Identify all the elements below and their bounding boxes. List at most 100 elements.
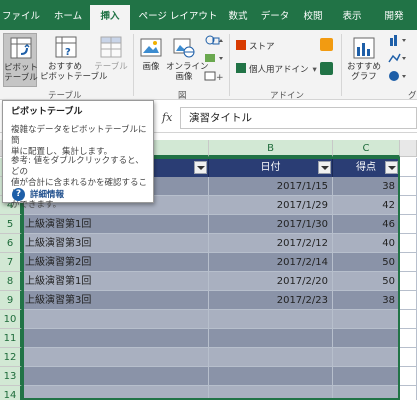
cell-date[interactable]: 2017/2/14 (209, 253, 333, 272)
cell-title[interactable] (22, 367, 209, 386)
cell[interactable] (400, 272, 417, 291)
personal-addin-button[interactable]: 個人用アドイン ▾ (236, 63, 328, 77)
cell-title[interactable]: 上級演習第2回 (22, 253, 209, 272)
tab-file[interactable]: ファイル (0, 6, 42, 30)
group-separator (229, 34, 230, 96)
row-header[interactable]: 12 (0, 348, 22, 367)
tab-developer[interactable]: 開発 (376, 6, 412, 30)
cell-date[interactable]: 2017/2/20 (209, 272, 333, 291)
image-button[interactable]: 画像 (137, 33, 165, 87)
table-header-cell-c: 得点 (333, 158, 400, 177)
cell-score[interactable]: 42 (333, 196, 400, 215)
row-header[interactable]: 9 (0, 291, 22, 310)
cell[interactable] (400, 291, 417, 310)
cell-score[interactable]: 38 (333, 177, 400, 196)
cell-title[interactable]: 上級演習第1回 (22, 272, 209, 291)
cell-score[interactable] (333, 329, 400, 348)
cell[interactable] (400, 386, 417, 400)
tab-data[interactable]: データ (257, 6, 293, 30)
cell-title[interactable] (22, 386, 209, 400)
tab-home[interactable]: ホーム (46, 6, 90, 30)
cell-date[interactable]: 2017/1/30 (209, 215, 333, 234)
recommended-chart-button[interactable]: おすすめ グラフ (344, 33, 384, 87)
column-header-b[interactable]: B (209, 140, 333, 157)
cell-score[interactable]: 38 (333, 291, 400, 310)
tab-formulas[interactable]: 数式 (222, 6, 254, 30)
tooltip-help-link[interactable]: 詳細情報 (30, 190, 64, 201)
pivot-table-icon (10, 37, 32, 59)
filter-dropdown-button[interactable] (318, 161, 331, 174)
tab-insert[interactable]: 挿入 (90, 5, 130, 30)
row-header[interactable]: 13 (0, 367, 22, 386)
filter-dropdown-button[interactable] (385, 161, 398, 174)
filter-dropdown-button[interactable] (194, 161, 207, 174)
table-button[interactable]: テーブル (94, 33, 128, 87)
column-header-d[interactable] (400, 140, 417, 157)
bing-maps-icon[interactable] (320, 38, 333, 51)
tab-page-layout[interactable]: ページ レイアウト (134, 6, 222, 30)
tooltip-title: ピボットテーブル (11, 107, 83, 117)
cell[interactable] (400, 310, 417, 329)
cell-score[interactable]: 40 (333, 234, 400, 253)
cell[interactable] (400, 329, 417, 348)
cell-date[interactable] (209, 348, 333, 367)
shapes-button[interactable] (204, 34, 226, 48)
cell-score[interactable] (333, 386, 400, 400)
people-graph-icon[interactable] (320, 62, 333, 75)
online-image-button[interactable]: オンライン 画像 (166, 33, 209, 87)
cell-score[interactable]: 50 (333, 253, 400, 272)
store-button[interactable]: ストア (236, 40, 306, 54)
pie-chart-button[interactable] (388, 70, 414, 84)
cell-score[interactable] (333, 310, 400, 329)
cell[interactable] (400, 196, 417, 215)
cell[interactable] (400, 234, 417, 253)
cell-date[interactable] (209, 329, 333, 348)
row-header[interactable]: 14 (0, 386, 22, 400)
cell-date[interactable]: 2017/1/15 (209, 177, 333, 196)
column-header-c[interactable]: C (333, 140, 400, 157)
cell-score[interactable] (333, 367, 400, 386)
pivot-table-button[interactable]: ピボット テーブル (3, 33, 38, 87)
cell-title[interactable] (22, 329, 209, 348)
cell-title[interactable]: 上級演習第3回 (22, 234, 209, 253)
screenshot-button[interactable]: + (204, 70, 226, 84)
cell-date[interactable] (209, 386, 333, 400)
cell-date[interactable]: 2017/1/29 (209, 196, 333, 215)
chevron-down-icon[interactable]: ▾ (313, 65, 317, 75)
row-header[interactable]: 8 (0, 272, 22, 291)
insert-function-icon[interactable]: fx (162, 111, 172, 124)
cell[interactable] (400, 158, 417, 177)
cell-date[interactable] (209, 310, 333, 329)
cell[interactable] (400, 367, 417, 386)
cell-title[interactable]: 上級演習第1回 (22, 215, 209, 234)
cell[interactable] (400, 215, 417, 234)
cell[interactable] (400, 348, 417, 367)
cell-title[interactable]: 上級演習第3回 (22, 291, 209, 310)
cell-score[interactable] (333, 348, 400, 367)
group-separator (133, 34, 134, 96)
column-chart-icon (390, 35, 406, 46)
row-header[interactable]: 10 (0, 310, 22, 329)
help-icon[interactable]: ? (12, 188, 25, 201)
cell-date[interactable] (209, 367, 333, 386)
tab-review[interactable]: 校閲 (297, 6, 329, 30)
cell-date[interactable]: 2017/2/23 (209, 291, 333, 310)
cell-score[interactable]: 46 (333, 215, 400, 234)
cell-title[interactable] (22, 310, 209, 329)
recommended-pivot-button[interactable]: ? おすすめ ピボットテーブル (40, 33, 108, 87)
row-header[interactable]: 6 (0, 234, 22, 253)
cell[interactable] (400, 177, 417, 196)
cell-date[interactable]: 2017/2/12 (209, 234, 333, 253)
row-header[interactable]: 11 (0, 329, 22, 348)
row-header[interactable]: 5 (0, 215, 22, 234)
smartart-button[interactable] (204, 52, 226, 66)
tab-view[interactable]: 表示 (336, 6, 368, 30)
row-header[interactable]: 7 (0, 253, 22, 272)
cell[interactable] (400, 253, 417, 272)
cell-title[interactable] (22, 348, 209, 367)
formula-input[interactable]: 演習タイトル (180, 107, 417, 129)
cell-score[interactable]: 50 (333, 272, 400, 291)
column-chart-button[interactable] (388, 34, 414, 48)
store-icon (236, 40, 246, 50)
line-chart-button[interactable] (388, 52, 414, 66)
